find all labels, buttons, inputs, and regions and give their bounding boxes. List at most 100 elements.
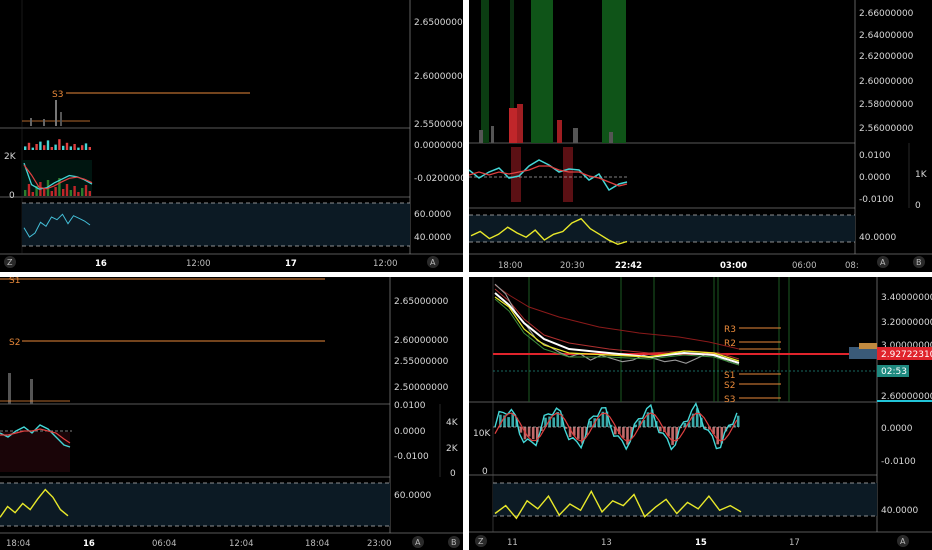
histogram-bar — [531, 427, 535, 440]
chart-svg-top-left: S3 2.65000000 2.60000000 2.55000000 0.00… — [0, 0, 463, 269]
lower-level-marker — [877, 400, 932, 402]
histogram-bar — [736, 415, 740, 427]
time-tick: 15 — [695, 538, 707, 548]
price-tick: 3.40000000 — [881, 293, 932, 303]
histogram-bar — [552, 417, 555, 427]
chart-svg-bottom-right: R3 R2 S1 S2 S3 3.40000000 3.20000000 3.0… — [469, 277, 932, 548]
pivot-label-s1: S1 — [724, 371, 735, 381]
chart-panel-bottom-left[interactable]: S1 S2 2.65000000 2.60000000 2.55000000 2… — [0, 277, 463, 550]
rsi-tick: 60.0000 — [414, 210, 451, 220]
time-tick: 18:04 — [305, 539, 330, 549]
time-tick: 03:00 — [720, 261, 747, 271]
histogram-bar — [65, 142, 69, 150]
horizontal-divider — [0, 272, 932, 277]
volume-bar — [84, 185, 88, 196]
osc-tick: -0.0100 — [859, 195, 894, 205]
volume-bar — [43, 188, 46, 196]
volume-bar — [77, 192, 80, 196]
histogram-bar — [58, 139, 61, 150]
histogram-bar — [39, 141, 42, 150]
auto-scale-label: A — [430, 258, 436, 267]
chart-svg-bottom-left: S1 S2 2.65000000 2.60000000 2.55000000 2… — [0, 277, 463, 549]
log-scale-label: B — [916, 258, 922, 267]
histogram-bar — [622, 427, 625, 438]
pivot-label-s2: S2 — [724, 381, 735, 391]
histogram-bar — [597, 418, 601, 427]
volume-bar — [27, 184, 31, 196]
volume-bar — [54, 187, 57, 196]
price-tick: 2.56000000 — [859, 124, 914, 134]
chart-panel-top-left[interactable]: S3 2.65000000 2.60000000 2.55000000 0.00… — [0, 0, 463, 272]
zoom-button-label: Z — [7, 258, 13, 267]
histogram-bar — [54, 144, 57, 150]
price-pane: S3 — [22, 90, 250, 126]
price-tick: 2.62000000 — [859, 52, 914, 62]
histogram-bar — [88, 147, 91, 150]
chart-panel-top-right[interactable]: 2.66000000 2.64000000 2.62000000 2.60000… — [469, 0, 932, 272]
histogram-bar — [626, 427, 629, 445]
rsi-pane — [493, 482, 877, 520]
volume-tick: 4K — [446, 418, 459, 428]
volume-bar — [69, 190, 72, 196]
price-tick: 2.66000000 — [859, 9, 914, 19]
price-pane: R3 R2 S1 S2 S3 — [493, 283, 877, 405]
time-tick: 17 — [789, 538, 800, 548]
osc-pane — [0, 424, 72, 472]
volume-tick: 10K — [473, 429, 491, 439]
chart-svg-top-right: 2.66000000 2.64000000 2.62000000 2.60000… — [469, 0, 932, 271]
signal-zones — [481, 0, 626, 143]
time-tick: 08: — [845, 261, 859, 271]
histogram-bar — [519, 427, 523, 433]
time-tick: 20:30 — [560, 261, 585, 271]
price-tick: 2.64000000 — [859, 31, 914, 41]
volume-bar — [50, 191, 53, 196]
volume-tick: 1K — [915, 170, 928, 180]
rsi-tick: 40.0000 — [881, 506, 918, 516]
chart-panel-bottom-right[interactable]: R3 R2 S1 S2 S3 3.40000000 3.20000000 3.0… — [469, 277, 932, 550]
time-tick: 12:04 — [229, 539, 254, 549]
histogram-bar — [589, 421, 592, 427]
rsi-tick: 40.0000 — [859, 233, 896, 243]
auto-scale-label: A — [415, 538, 421, 547]
histogram-bar — [577, 427, 580, 439]
pivot-label-s3: S3 — [52, 90, 63, 100]
volume-bar — [24, 190, 27, 196]
histogram-bar — [27, 142, 31, 150]
zoom-button-label: Z — [478, 537, 484, 546]
pivot-label-s2: S2 — [9, 338, 20, 348]
osc-tick: 0.0000 — [394, 427, 426, 437]
histogram-bar — [84, 143, 88, 150]
osc-tick: 0.00000000 — [414, 141, 463, 151]
volume-tick: 2K — [4, 152, 17, 162]
volume-bar — [65, 184, 69, 196]
histogram-bar — [69, 146, 72, 150]
rsi-pane — [22, 202, 410, 247]
log-scale-label: B — [451, 538, 457, 547]
price-tick: 2.60000000 — [859, 77, 914, 87]
volume-bar — [73, 186, 76, 196]
time-tick: 13 — [601, 538, 612, 548]
volume-pane — [22, 139, 93, 196]
price-tick: 2.58000000 — [859, 100, 914, 110]
rsi-pane — [0, 482, 390, 527]
osc-tick: -0.0100 — [394, 452, 429, 462]
histogram-bar — [62, 145, 65, 150]
histogram-bar — [671, 427, 674, 445]
histogram-bar — [81, 145, 84, 150]
histogram-bar — [659, 427, 662, 432]
osc-tick: -0.0100 — [881, 457, 916, 467]
histogram-bar — [716, 427, 719, 445]
countdown-label: 02:53 — [881, 367, 907, 377]
histogram-bar — [31, 147, 34, 150]
volume-tick: 0 — [482, 467, 488, 477]
osc-pane — [493, 401, 740, 451]
osc-tick: 0.0000 — [881, 424, 913, 434]
volume-bar — [81, 188, 84, 196]
osc-pane — [469, 147, 629, 202]
price-tick: 2.60000000 — [414, 72, 463, 82]
histogram-bar — [24, 146, 27, 150]
volume-bar — [31, 192, 34, 196]
rsi-tick: 60.0000 — [394, 491, 431, 501]
time-tick: 06:00 — [792, 261, 817, 271]
time-tick: 22:42 — [615, 261, 642, 271]
